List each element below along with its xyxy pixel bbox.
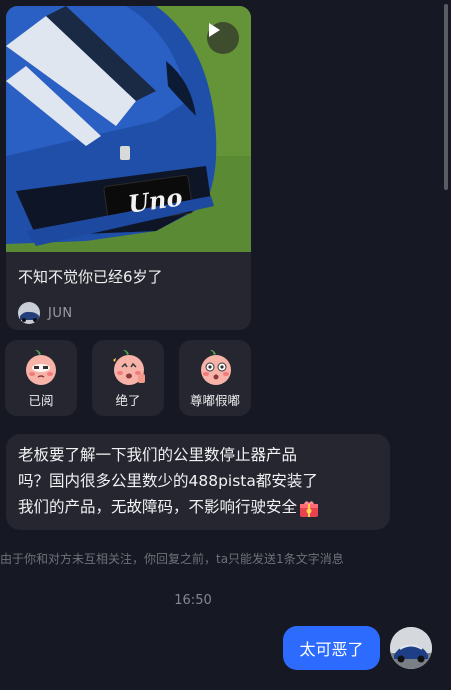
sticker-label: 尊嘟假嘟 [189, 393, 240, 408]
message-line: 我们的产品，无故障码，不影响行驶安全 [18, 498, 298, 516]
follow-restriction-notice: 由于你和对方未互相关注，你回复之前，ta只能发送1条文字消息 [0, 552, 344, 566]
outgoing-message-bubble[interactable]: 太可恶了 [283, 626, 380, 670]
video-thumbnail[interactable]: Uno [6, 6, 251, 252]
sticker-read[interactable]: 已阅 [5, 340, 77, 416]
author-name: JUN [48, 305, 73, 321]
shared-video-card[interactable]: Uno 不知不觉你已经6岁了 JUN [6, 6, 251, 330]
sticker-awesome[interactable]: 绝了 [92, 340, 164, 416]
sticker-label: 绝了 [115, 393, 141, 408]
peach-sticker-icon [26, 349, 56, 385]
message-line-last: 我们的产品，无故障码，不影响行驶安全 [18, 494, 382, 520]
video-caption: 不知不觉你已经6岁了 [18, 268, 163, 286]
my-avatar[interactable] [390, 627, 432, 669]
incoming-message-bubble[interactable]: 老板要了解一下我们的公里数停止器产品 吗？国内很多公里数少的488pista都安… [6, 434, 390, 530]
message-line: 老板要了解一下我们的公里数停止器产品 [18, 446, 298, 464]
play-icon [209, 23, 220, 37]
play-button[interactable] [207, 22, 239, 54]
message-text: 老板要了解一下我们的公里数停止器产品 吗？国内很多公里数少的488pista都安… [18, 442, 382, 520]
author-avatar [18, 302, 40, 324]
reply-text: 太可恶了 [299, 640, 364, 659]
sticker-label: 已阅 [28, 393, 54, 408]
car-avatar-icon [390, 627, 432, 669]
sticker-really[interactable]: 尊嘟假嘟 [179, 340, 251, 416]
red-envelope-icon [300, 500, 319, 517]
peach-sticker-icon [113, 349, 145, 385]
message-line: 吗？国内很多公里数少的488pista都安装了 [18, 472, 318, 490]
video-author[interactable]: JUN [18, 302, 73, 324]
scrollbar[interactable] [444, 4, 448, 190]
peach-sticker-icon [201, 349, 231, 385]
timestamp: 16:50 [174, 593, 212, 608]
